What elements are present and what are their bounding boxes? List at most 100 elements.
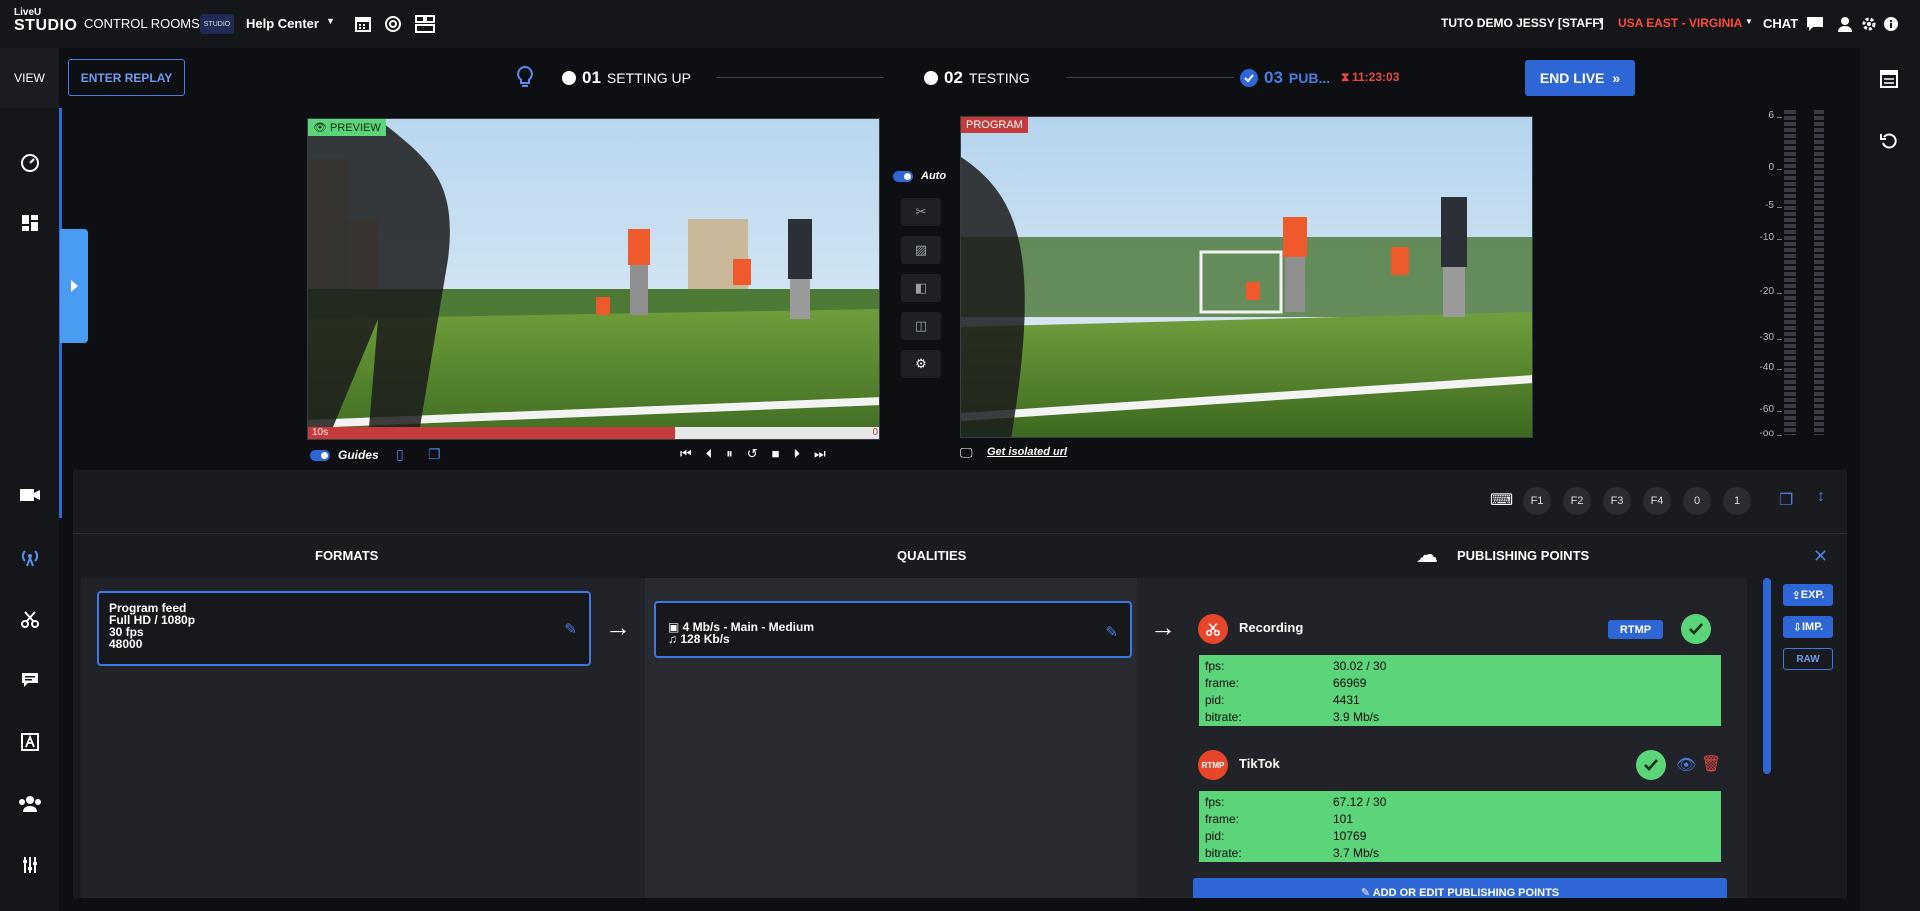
preview-video[interactable]: 👁 PREVIEW 10s 0: [307, 118, 880, 440]
support-lifebuoy-icon[interactable]: [383, 14, 403, 34]
fkey-f3[interactable]: F3: [1603, 487, 1631, 515]
publishing-point-recording[interactable]: Recording RTMP fps: 30.02 / 30 frame: 6696…: [1193, 603, 1727, 729]
vu-segment: [1814, 386, 1824, 390]
mobile-icon[interactable]: ▯: [396, 446, 404, 463]
fkey-f4[interactable]: F4: [1643, 487, 1671, 515]
program-video[interactable]: PROGRAM: [960, 116, 1533, 438]
chevron-down-icon[interactable]: ▼: [1745, 17, 1753, 26]
keyboard-shortcuts-icon[interactable]: ⌨: [1490, 490, 1513, 510]
transition-settings-button[interactable]: ⚙: [901, 350, 941, 378]
format-card[interactable]: Program feed Full HD / 1080p 30 fps 4800…: [97, 591, 591, 666]
user-menu[interactable]: TUTO DEMO JESSY [STAFF]: [1441, 16, 1604, 30]
add-edit-publishing-points-button[interactable]: ✎ ADD OR EDIT PUBLISHING POINTS: [1193, 878, 1727, 898]
lightbulb-tips-icon[interactable]: [516, 65, 534, 92]
pencil-edit-icon[interactable]: ✎: [1105, 623, 1118, 641]
export-button[interactable]: ⇪ EXP.: [1783, 584, 1833, 606]
replay-loop-icon[interactable]: ↺: [747, 446, 758, 462]
scissors-icon[interactable]: [18, 607, 42, 631]
close-icon[interactable]: ✕: [1813, 546, 1828, 567]
broadcast-antenna-icon[interactable]: [18, 545, 42, 569]
gear-icon[interactable]: [1859, 14, 1879, 34]
scrollbar-thumb[interactable]: [1763, 578, 1771, 774]
info-icon[interactable]: [1881, 14, 1901, 34]
fkey-f1[interactable]: F1: [1523, 487, 1551, 515]
chat-label[interactable]: CHAT: [1763, 16, 1798, 31]
pause-icon[interactable]: ⏸: [726, 446, 733, 462]
vu-segment: [1784, 266, 1796, 270]
view-tab[interactable]: VIEW: [0, 48, 59, 108]
fkey-f2[interactable]: F2: [1563, 487, 1591, 515]
multiview-layout-icon[interactable]: [414, 14, 436, 34]
step-publishing[interactable]: 03 PUB...: [1240, 68, 1330, 88]
pencil-edit-icon[interactable]: ✎: [564, 620, 577, 638]
step-setting-up[interactable]: 01 SETTING UP: [562, 68, 691, 88]
step-connector: [716, 77, 884, 78]
trash-icon[interactable]: 🗑: [1701, 754, 1721, 774]
chevron-down-icon[interactable]: ▼: [1597, 17, 1605, 26]
fkey-0[interactable]: 0: [1683, 487, 1711, 515]
replay-progress-bar[interactable]: 10s 0: [308, 427, 879, 439]
import-button[interactable]: ⇩ IMP.: [1783, 616, 1833, 638]
dashboard-gauge-icon[interactable]: [18, 150, 42, 174]
auto-toggle-row: Auto: [893, 170, 949, 182]
region-selector[interactable]: USA EAST - VIRGINIA: [1618, 16, 1742, 30]
control-rooms-link[interactable]: CONTROL ROOMS: [84, 16, 200, 31]
enter-replay-button[interactable]: ENTER REPLAY: [68, 59, 185, 96]
sidebar-expand-handle[interactable]: [60, 229, 88, 343]
stat-value: 67.12 / 30: [1333, 794, 1387, 809]
vu-tick-label: -20: [1759, 286, 1774, 297]
vu-segment: [1784, 212, 1796, 216]
guides-toggle[interactable]: [310, 450, 330, 461]
guests-group-icon[interactable]: [18, 792, 42, 816]
camera-icon[interactable]: [18, 483, 42, 507]
step-connector: [1066, 77, 1234, 78]
auto-toggle[interactable]: [893, 170, 913, 182]
vu-segment: [1814, 368, 1824, 372]
vu-segment: [1784, 260, 1796, 264]
stat-row: pid: 10769: [1199, 827, 1721, 844]
chat-icon[interactable]: [1805, 14, 1825, 34]
step-forward-icon[interactable]: ⏵: [793, 446, 800, 462]
copy-layers-icon[interactable]: ❐: [428, 446, 441, 463]
stinger-transition-button[interactable]: ◫: [901, 312, 941, 340]
end-live-button[interactable]: END LIVE »: [1525, 60, 1635, 96]
resize-vertical-icon[interactable]: ↕: [1817, 488, 1825, 506]
vu-segment: [1784, 116, 1796, 120]
quality-audio: 128 Kb/s: [680, 632, 730, 646]
audio-mixer-sliders-icon[interactable]: [18, 853, 42, 877]
vu-segment: [1814, 380, 1824, 384]
step-back-icon[interactable]: ⏴: [706, 446, 713, 462]
chevron-down-icon[interactable]: ▼: [326, 16, 335, 26]
comment-icon[interactable]: [18, 668, 42, 692]
vu-segment: [1784, 398, 1796, 402]
eye-icon[interactable]: 👁: [1676, 755, 1696, 775]
stop-icon[interactable]: ■: [772, 446, 780, 462]
cut-transition-button[interactable]: ✂: [901, 198, 941, 226]
liveu-studio-logo[interactable]: LiveU STUDIO: [14, 8, 78, 40]
user-icon[interactable]: [1835, 14, 1855, 34]
logo-line2: STUDIO: [14, 17, 78, 34]
fkey-1[interactable]: 1: [1723, 487, 1751, 515]
view-label: VIEW: [14, 71, 45, 85]
step-number: 03: [1264, 68, 1283, 87]
vu-segment: [1784, 164, 1796, 168]
slide-transition-button[interactable]: ◧: [901, 274, 941, 302]
calendar-icon[interactable]: [353, 14, 373, 34]
raw-button[interactable]: RAW: [1783, 648, 1833, 670]
stat-row: fps: 67.12 / 30: [1199, 793, 1721, 810]
undo-history-icon[interactable]: [1880, 132, 1898, 153]
text-overlay-icon[interactable]: [18, 730, 42, 754]
quality-card[interactable]: ▣ 4 Mb/s - Main - Medium ♫ 128 Kb/s ✎: [654, 601, 1132, 658]
replay-transport-controls: ⏮ ⏴ ⏸ ↺ ■ ⏵ ⏭: [680, 446, 826, 462]
panel-list-icon[interactable]: [1880, 70, 1898, 91]
get-isolated-url-link[interactable]: Get isolated url: [987, 446, 1067, 458]
wipe-transition-button[interactable]: ▨: [901, 236, 941, 264]
hourglass-icon: ⧗: [1341, 70, 1350, 84]
step-testing[interactable]: 02 TESTING: [924, 68, 1030, 88]
skip-to-start-icon[interactable]: ⏮: [680, 446, 692, 462]
layout-grid-icon[interactable]: [18, 211, 42, 235]
skip-to-end-icon[interactable]: ⏭: [814, 446, 826, 462]
copy-layers-icon[interactable]: ❐: [1779, 490, 1793, 510]
help-center-menu[interactable]: Help Center: [246, 16, 319, 31]
publishing-point-tiktok[interactable]: RTMP TikTok 👁 🗑 fps: 67.12 / 30 frame: 101…: [1193, 739, 1727, 865]
